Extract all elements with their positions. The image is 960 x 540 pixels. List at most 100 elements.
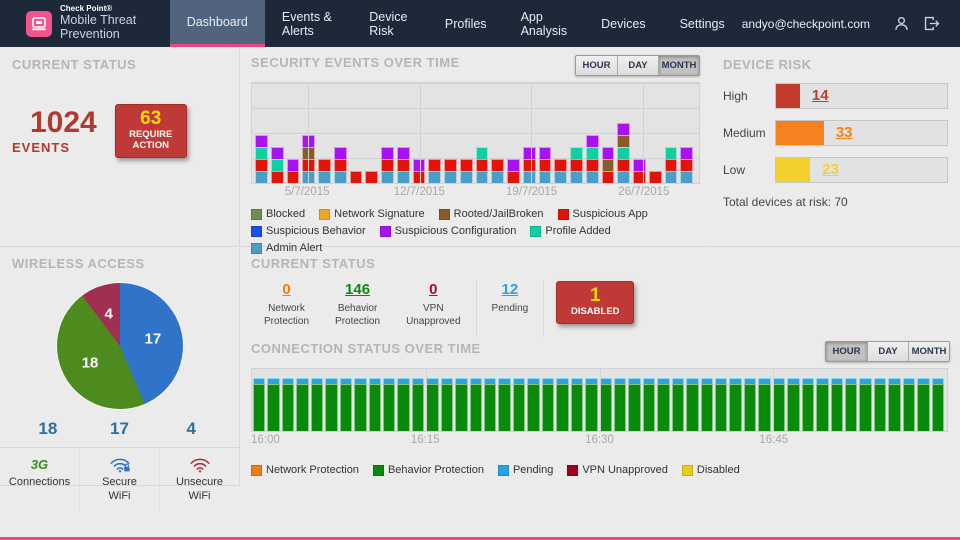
wireless-footer-item[interactable]: Unsecure WiFi: [159, 448, 239, 510]
connection-bar[interactable]: [729, 378, 742, 431]
security-bar[interactable]: [507, 159, 520, 183]
connection-bar[interactable]: [772, 378, 786, 431]
connection-bar[interactable]: [541, 378, 555, 431]
disabled-button[interactable]: 1 DISABLED: [556, 281, 635, 324]
connection-bar[interactable]: [267, 378, 280, 431]
toggle-month[interactable]: MONTH: [908, 342, 949, 361]
security-bar[interactable]: [318, 159, 331, 183]
connection-bar[interactable]: [484, 378, 497, 431]
security-bar[interactable]: [396, 147, 410, 183]
risk-count-link[interactable]: 14: [812, 87, 829, 104]
security-bar[interactable]: [570, 147, 583, 183]
security-bar[interactable]: [270, 147, 284, 183]
security-bar[interactable]: [601, 147, 615, 183]
security-bar[interactable]: [459, 159, 473, 183]
connection-bar[interactable]: [686, 378, 699, 431]
stat-count-link[interactable]: 0: [282, 281, 290, 298]
connection-bar[interactable]: [469, 378, 482, 431]
wireless-count[interactable]: 17: [84, 419, 156, 439]
security-bar[interactable]: [617, 123, 630, 183]
toggle-month[interactable]: MONTH: [658, 56, 699, 75]
toggle-hour[interactable]: HOUR: [576, 56, 617, 75]
risk-count-link[interactable]: 33: [836, 124, 853, 141]
connection-bar[interactable]: [657, 378, 670, 431]
security-bar[interactable]: [554, 159, 567, 183]
connection-bar[interactable]: [671, 378, 685, 431]
connection-bar[interactable]: [613, 378, 627, 431]
connection-bar[interactable]: [599, 378, 612, 431]
connection-bar[interactable]: [700, 378, 713, 431]
security-bar[interactable]: [286, 159, 300, 183]
connection-bar[interactable]: [801, 378, 815, 431]
connection-bar[interactable]: [440, 378, 454, 431]
connection-bar[interactable]: [325, 378, 338, 431]
security-bar[interactable]: [428, 159, 441, 183]
connection-bar[interactable]: [527, 378, 540, 431]
toggle-hour[interactable]: HOUR: [826, 342, 867, 361]
stat-count-link[interactable]: 0: [429, 281, 437, 298]
nav-item-events-alerts[interactable]: Events & Alerts: [265, 0, 352, 47]
connection-bar[interactable]: [917, 378, 930, 431]
connection-bar[interactable]: [715, 378, 728, 431]
security-bar[interactable]: [381, 147, 394, 183]
connection-bar[interactable]: [585, 378, 598, 431]
security-bar[interactable]: [333, 147, 347, 183]
nav-item-dashboard[interactable]: Dashboard: [169, 0, 265, 47]
user-icon[interactable]: [886, 15, 916, 32]
connection-bar[interactable]: [743, 378, 757, 431]
connection-bar[interactable]: [253, 378, 266, 431]
security-bar[interactable]: [680, 147, 693, 183]
connection-bar[interactable]: [758, 378, 771, 431]
stat-count-link[interactable]: 146: [345, 281, 370, 298]
security-bar[interactable]: [349, 171, 363, 183]
nav-item-devices[interactable]: Devices: [584, 0, 662, 47]
connection-bar[interactable]: [512, 378, 526, 431]
security-bar[interactable]: [585, 135, 599, 183]
connection-bar[interactable]: [830, 378, 843, 431]
connection-bar[interactable]: [873, 378, 887, 431]
wireless-pie-chart[interactable]: 17 18 4: [56, 283, 183, 409]
nav-item-settings[interactable]: Settings: [663, 0, 742, 47]
connection-bar[interactable]: [281, 378, 295, 431]
nav-item-device-risk[interactable]: Device Risk: [352, 0, 428, 47]
security-bar[interactable]: [664, 147, 678, 183]
connection-bar[interactable]: [888, 378, 901, 431]
connection-bar[interactable]: [397, 378, 410, 431]
wireless-footer-item[interactable]: Secure WiFi: [79, 448, 159, 510]
security-bar[interactable]: [365, 171, 378, 183]
connection-bar[interactable]: [844, 378, 858, 431]
security-bar[interactable]: [475, 147, 489, 183]
security-bar[interactable]: [522, 147, 536, 183]
security-bar[interactable]: [648, 171, 662, 183]
connection-bar[interactable]: [556, 378, 569, 431]
connection-bar[interactable]: [411, 378, 425, 431]
connection-bar[interactable]: [426, 378, 439, 431]
stat-count-link[interactable]: 12: [502, 281, 519, 298]
connection-bar[interactable]: [902, 378, 916, 431]
connection-bar[interactable]: [339, 378, 353, 431]
toggle-day[interactable]: DAY: [617, 56, 658, 75]
connection-bar[interactable]: [354, 378, 367, 431]
connection-bar[interactable]: [628, 378, 641, 431]
toggle-day[interactable]: DAY: [867, 342, 908, 361]
security-bar[interactable]: [255, 135, 268, 183]
wireless-count[interactable]: 18: [12, 419, 84, 439]
connection-bar[interactable]: [296, 378, 309, 431]
security-bar[interactable]: [491, 159, 504, 183]
security-bar[interactable]: [538, 147, 552, 183]
wireless-count[interactable]: 4: [155, 419, 227, 439]
connection-bar[interactable]: [570, 378, 584, 431]
security-bar[interactable]: [444, 159, 457, 183]
logout-icon[interactable]: [916, 15, 946, 32]
wireless-footer-item[interactable]: 3G Connections: [0, 448, 79, 510]
connection-bar[interactable]: [642, 378, 656, 431]
connection-bar[interactable]: [382, 378, 396, 431]
connection-bar[interactable]: [787, 378, 800, 431]
connection-bar[interactable]: [455, 378, 468, 431]
nav-item-app-analysis[interactable]: App Analysis: [504, 0, 585, 47]
connection-bar[interactable]: [498, 378, 511, 431]
nav-item-profiles[interactable]: Profiles: [428, 0, 504, 47]
connection-bar[interactable]: [368, 378, 381, 431]
connection-bar[interactable]: [931, 378, 944, 431]
require-action-button[interactable]: 63 REQUIRE ACTION: [114, 104, 187, 158]
